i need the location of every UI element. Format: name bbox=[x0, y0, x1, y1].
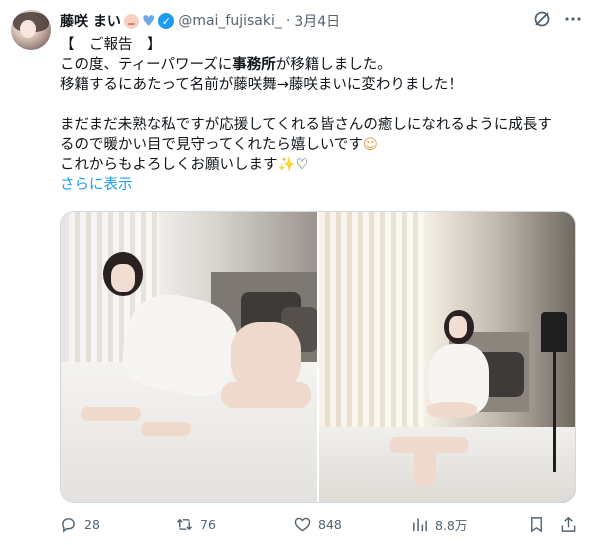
bookmark-icon bbox=[531, 516, 542, 532]
repost-icon bbox=[176, 518, 193, 530]
text-agency-post: が移籍しました。 bbox=[275, 57, 392, 73]
text-watch: るので暖かい目で見守ってくれたら嬉しいです bbox=[60, 137, 363, 153]
like-icon bbox=[294, 517, 311, 532]
reply-icon bbox=[62, 517, 75, 533]
smile-emoji-icon: ☺ bbox=[362, 137, 379, 153]
text-agency-pre: この度、ティーパワーズに bbox=[60, 57, 233, 73]
tweet-header: 藤咲 まい ♥ ✓ @mai_fujisaki_ · 3月4日 bbox=[60, 10, 580, 32]
text-line-name-change: 移籍するにあたって名前が藤咲舞→藤咲まいに変わりました！ bbox=[60, 77, 463, 93]
separator-dot: · bbox=[285, 13, 291, 29]
baby-emoji-icon bbox=[123, 13, 139, 29]
more-options-icon[interactable] bbox=[563, 9, 583, 29]
reply-count: 28 bbox=[84, 516, 100, 532]
share-icon bbox=[561, 516, 576, 532]
tweet-text: 【 ご報告 】 この度、ティーパワーズに事務所が移籍しました。 移籍するにあたっ… bbox=[60, 35, 580, 195]
text-regards: これからもよろしくお願いします bbox=[60, 157, 278, 173]
profile-avatar[interactable] bbox=[11, 10, 51, 50]
text-agency-bold: 事務所 bbox=[232, 57, 276, 73]
display-name[interactable]: 藤咲 まい bbox=[60, 11, 121, 31]
heart-outline-emoji-icon: ♡ bbox=[295, 157, 309, 173]
like-count: 848 bbox=[318, 516, 342, 532]
views-count: 8.8万 bbox=[435, 517, 468, 533]
text-line-watch: るので暖かい目で見守ってくれたら嬉しいです☺ bbox=[60, 135, 580, 155]
verified-badge-icon[interactable]: ✓ bbox=[158, 13, 175, 29]
show-more-link[interactable]: さらに表示 bbox=[60, 175, 580, 195]
views-button[interactable]: 8.8万 bbox=[411, 512, 467, 536]
action-bar: 28 76 848 8.8万 bbox=[60, 512, 580, 536]
text-line-report: 【 ご報告 】 bbox=[60, 37, 162, 53]
sparkles-emoji-icon: ✨ bbox=[277, 157, 296, 173]
repost-count: 76 bbox=[200, 516, 216, 532]
text-line-immature: まだまだ未熟な私ですが応援してくれる皆さんの癒しになれるように成長す bbox=[60, 117, 552, 133]
user-handle[interactable]: @mai_fujisaki_ bbox=[178, 13, 282, 29]
share-button[interactable] bbox=[560, 512, 584, 536]
repost-button[interactable]: 76 bbox=[176, 512, 216, 536]
views-icon bbox=[413, 517, 427, 531]
photo-left[interactable] bbox=[61, 212, 317, 502]
text-line-agency: この度、ティーパワーズに事務所が移籍しました。 bbox=[60, 55, 580, 75]
photo-right[interactable] bbox=[319, 212, 575, 502]
grok-icon[interactable] bbox=[532, 9, 552, 29]
text-line-regards: これからもよろしくお願いします✨♡ bbox=[60, 155, 580, 175]
show-more-label[interactable]: さらに表示 bbox=[60, 177, 133, 193]
bookmark-button[interactable] bbox=[528, 512, 552, 536]
post-date[interactable]: 3月4日 bbox=[294, 11, 340, 31]
reply-button[interactable]: 28 bbox=[60, 512, 100, 536]
media-grid bbox=[60, 211, 576, 503]
blue-heart-icon: ♥ bbox=[141, 12, 156, 30]
like-button[interactable]: 848 bbox=[294, 512, 342, 536]
